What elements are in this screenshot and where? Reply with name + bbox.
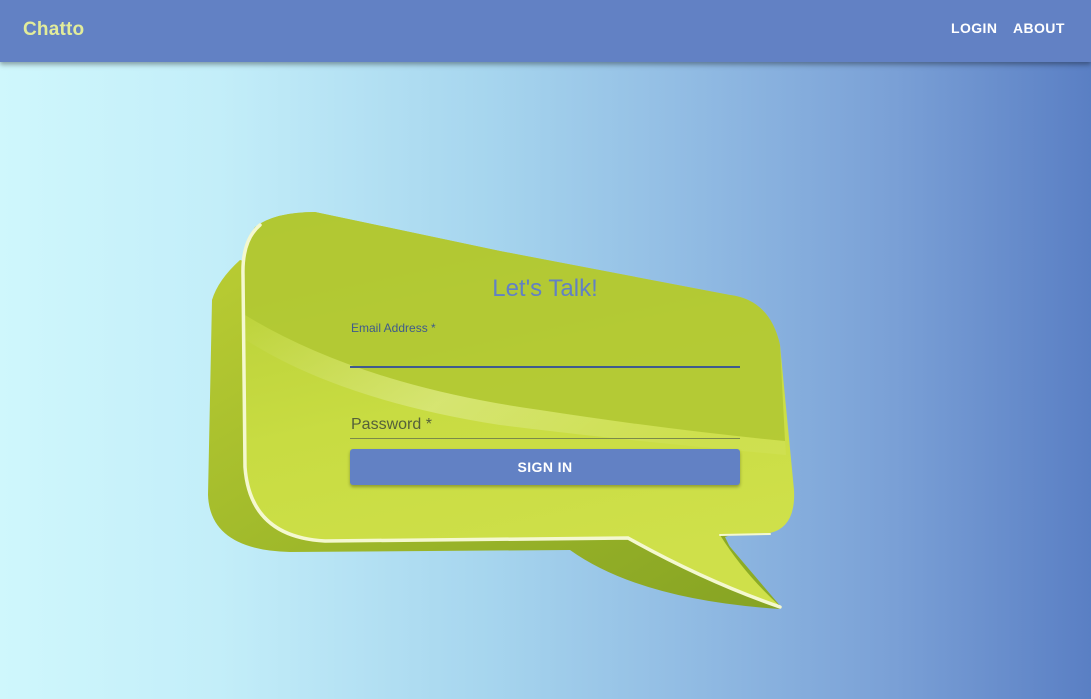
app-bar: Chatto LOGIN ABOUT <box>0 0 1091 62</box>
password-field[interactable] <box>350 412 740 436</box>
sign-in-button[interactable]: SIGN IN <box>350 449 740 485</box>
email-field[interactable] <box>350 338 740 364</box>
form-title: Let's Talk! <box>492 275 598 302</box>
email-label: Email Address * <box>351 321 436 335</box>
brand-logo[interactable]: Chatto <box>23 19 84 41</box>
speech-bubble-icon <box>208 212 795 609</box>
password-underline <box>350 438 740 439</box>
about-nav-button[interactable]: ABOUT <box>1013 20 1065 36</box>
login-nav-button[interactable]: LOGIN <box>951 20 997 36</box>
email-underline <box>350 366 740 368</box>
